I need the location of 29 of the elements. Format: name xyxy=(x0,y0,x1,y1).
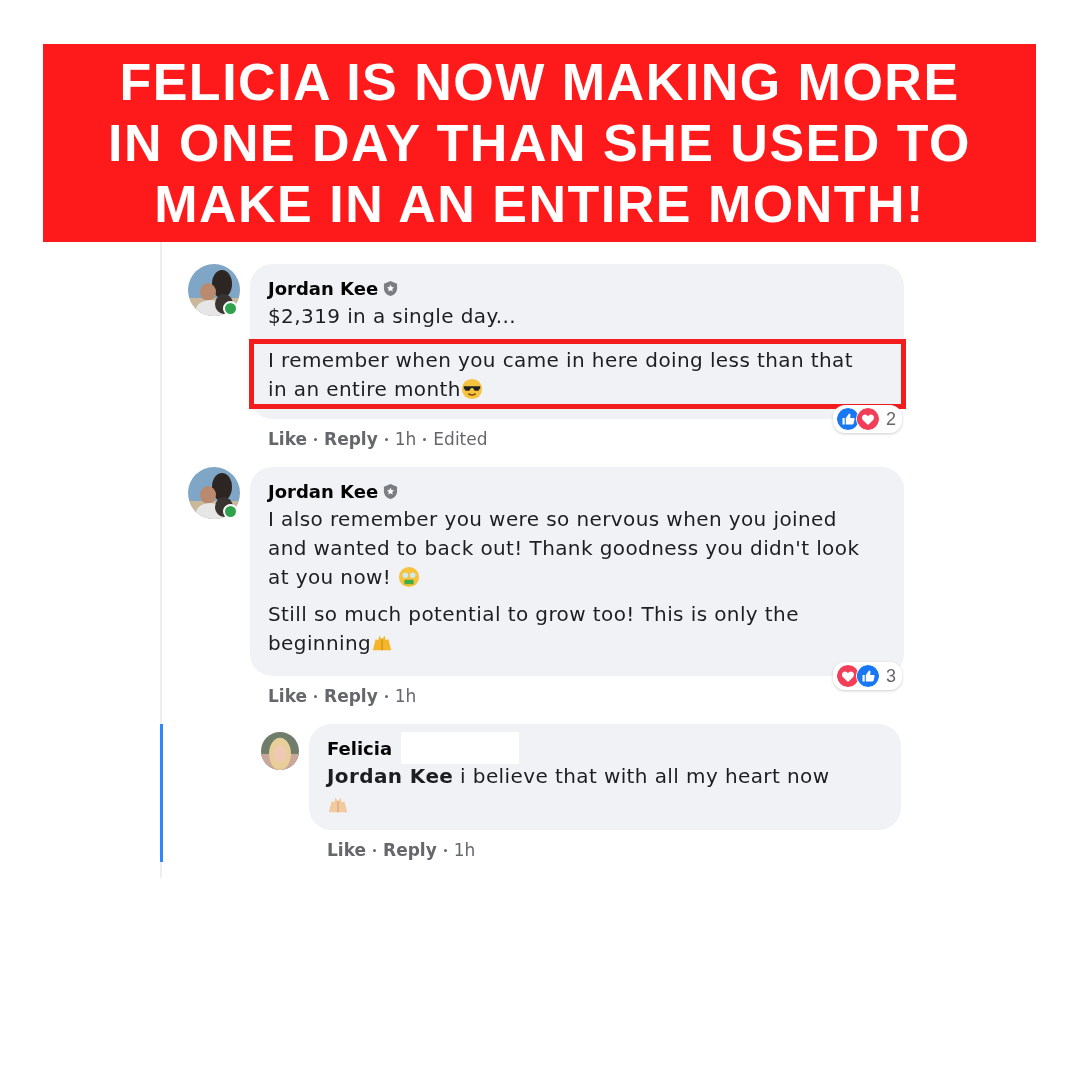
heart-icon xyxy=(856,407,880,431)
comment-text: $2,319 in a single day... xyxy=(268,303,518,330)
author-name[interactable]: Jordan Kee xyxy=(268,277,379,299)
timestamp: 1h xyxy=(394,686,417,706)
timestamp: 1h xyxy=(394,429,417,449)
reaction-count: 3 xyxy=(886,665,896,687)
comment-text: I also remember you were so nervous when you joined and wanted to back out! Thank goodness you didn't look at you now! xyxy=(268,506,861,591)
thumbs-up-icon xyxy=(856,664,880,688)
reply-link[interactable]: Reply xyxy=(324,429,378,449)
like-link[interactable]: Like xyxy=(327,840,367,860)
edited-label: Edited xyxy=(433,429,488,449)
headline-text: IN ONE DAY THAN SHE USED TO xyxy=(108,112,971,174)
heart-icon xyxy=(836,664,860,688)
headline-text: MAKE IN AN ENTIRE MONTH! xyxy=(154,173,925,235)
like-link[interactable]: Like xyxy=(268,429,308,449)
sunglasses-face-icon xyxy=(460,378,483,400)
author-name[interactable]: Jordan Kee xyxy=(268,480,379,502)
thumbs-up-icon xyxy=(836,407,860,431)
comment-text: Still so much potential to grow too! This is only the beginning xyxy=(268,601,800,657)
comment-text: Jordan Kee i believe that with all my heart now xyxy=(327,762,857,820)
comment-text: I remember when you came in here doing less than that in an entire month xyxy=(268,347,854,403)
author-name[interactable]: Felicia xyxy=(327,737,393,759)
reaction-count: 2 xyxy=(886,408,896,430)
headline-text: FELICIA IS NOW MAKING MORE xyxy=(119,51,960,113)
timestamp: 1h xyxy=(453,840,476,860)
reply-link[interactable]: Reply xyxy=(383,840,437,860)
money-face-icon xyxy=(398,566,420,588)
reply-link[interactable]: Reply xyxy=(324,686,378,706)
like-link[interactable]: Like xyxy=(268,686,308,706)
